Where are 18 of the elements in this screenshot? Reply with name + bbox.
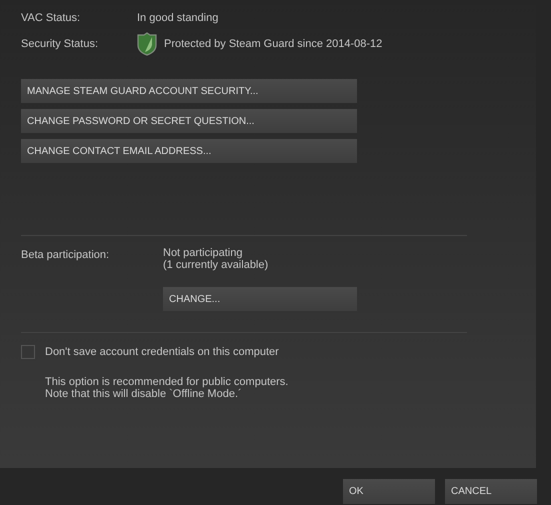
note-text: This option is recommended for public computers.: [45, 376, 290, 388]
shield-icon: [137, 32, 157, 56]
field-label: Beta participation:: [21, 248, 110, 263]
field-value: Protected by Steam Guard since 2014-08-12: [164, 36, 382, 52]
field-value: In good standing: [137, 10, 218, 26]
account-button[interactable]: MANAGE STEAM GUARD ACCOUNT SECURITY...: [21, 79, 357, 103]
account-button[interactable]: CHANGE CONTACT EMAIL ADDRESS...: [21, 139, 357, 163]
field-label: VAC Status:: [21, 10, 82, 26]
cancel-button[interactable]: CANCEL: [445, 479, 537, 504]
checkbox[interactable]: [21, 345, 35, 360]
field-label: Security Status:: [21, 36, 100, 52]
field-value: (1 currently available): [163, 259, 270, 271]
account-button[interactable]: CHANGE PASSWORD OR SECRET QUESTION...: [21, 109, 357, 133]
note-text: Note that this will disable `Offline Mode.´: [45, 388, 242, 400]
ok-button[interactable]: OK: [343, 479, 435, 504]
field-value: Not participating: [163, 247, 244, 259]
checkbox-label[interactable]: Don't save account credentials on this computer: [45, 344, 279, 360]
change-button[interactable]: CHANGE...: [163, 287, 357, 311]
